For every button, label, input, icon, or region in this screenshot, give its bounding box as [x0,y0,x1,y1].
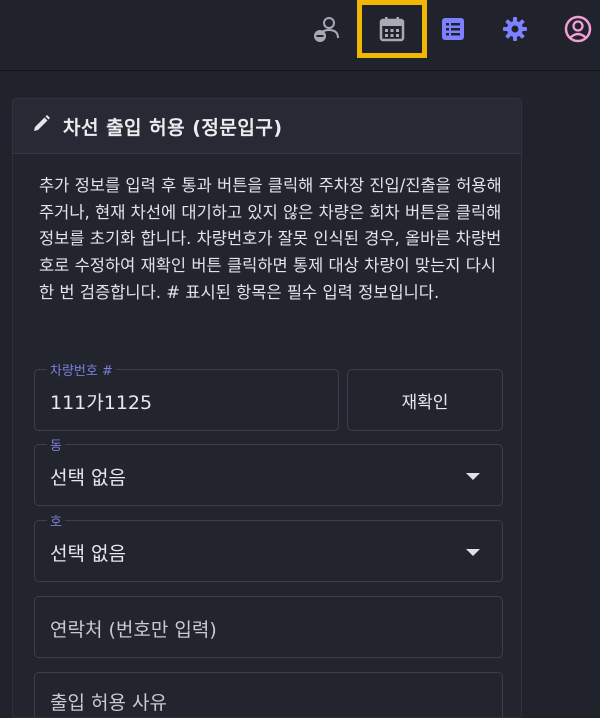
card-header: 차선 출입 허용 (정문입구) [13,99,521,154]
card-description: 추가 정보를 입력 후 통과 버튼을 클릭해 주차장 진입/진출을 허용해주거나… [39,176,502,302]
ho-select[interactable]: 호 선택 없음 [34,511,503,582]
top-app-bar [0,0,600,71]
plate-number-label: 차량번호 # [47,360,116,379]
plate-number-value: 111가1125 [50,392,153,414]
dong-value: 선택 없음 [50,467,126,489]
contact-input[interactable]: 연락처 (번호만 입력) [34,596,503,658]
card-title: 차선 출입 허용 (정문입구) [63,116,283,139]
plate-number-field[interactable]: 차량번호 # 111가1125 [34,360,339,431]
calendar-highlight-frame [357,0,427,58]
chevron-down-icon [466,473,480,480]
user-minus-icon[interactable] [312,14,342,44]
dong-label: 동 [47,435,65,454]
chevron-down-icon [466,549,480,556]
ho-value: 선택 없음 [50,543,126,565]
recheck-button[interactable]: 재확인 [347,369,503,431]
lane-access-card: 차선 출입 허용 (정문입구) 추가 정보를 입력 후 통과 버튼을 클릭해 주… [12,98,522,718]
reason-input[interactable]: 출입 허용 사유 [34,672,503,717]
reason-placeholder: 출입 허용 사유 [50,692,167,714]
list-icon[interactable] [438,14,468,44]
pencil-icon [31,114,51,138]
ho-label: 호 [47,511,65,530]
contact-placeholder: 연락처 (번호만 입력) [50,619,217,641]
gear-icon[interactable] [500,14,530,44]
account-circle-icon[interactable] [563,14,593,44]
dong-select[interactable]: 동 선택 없음 [34,435,503,506]
